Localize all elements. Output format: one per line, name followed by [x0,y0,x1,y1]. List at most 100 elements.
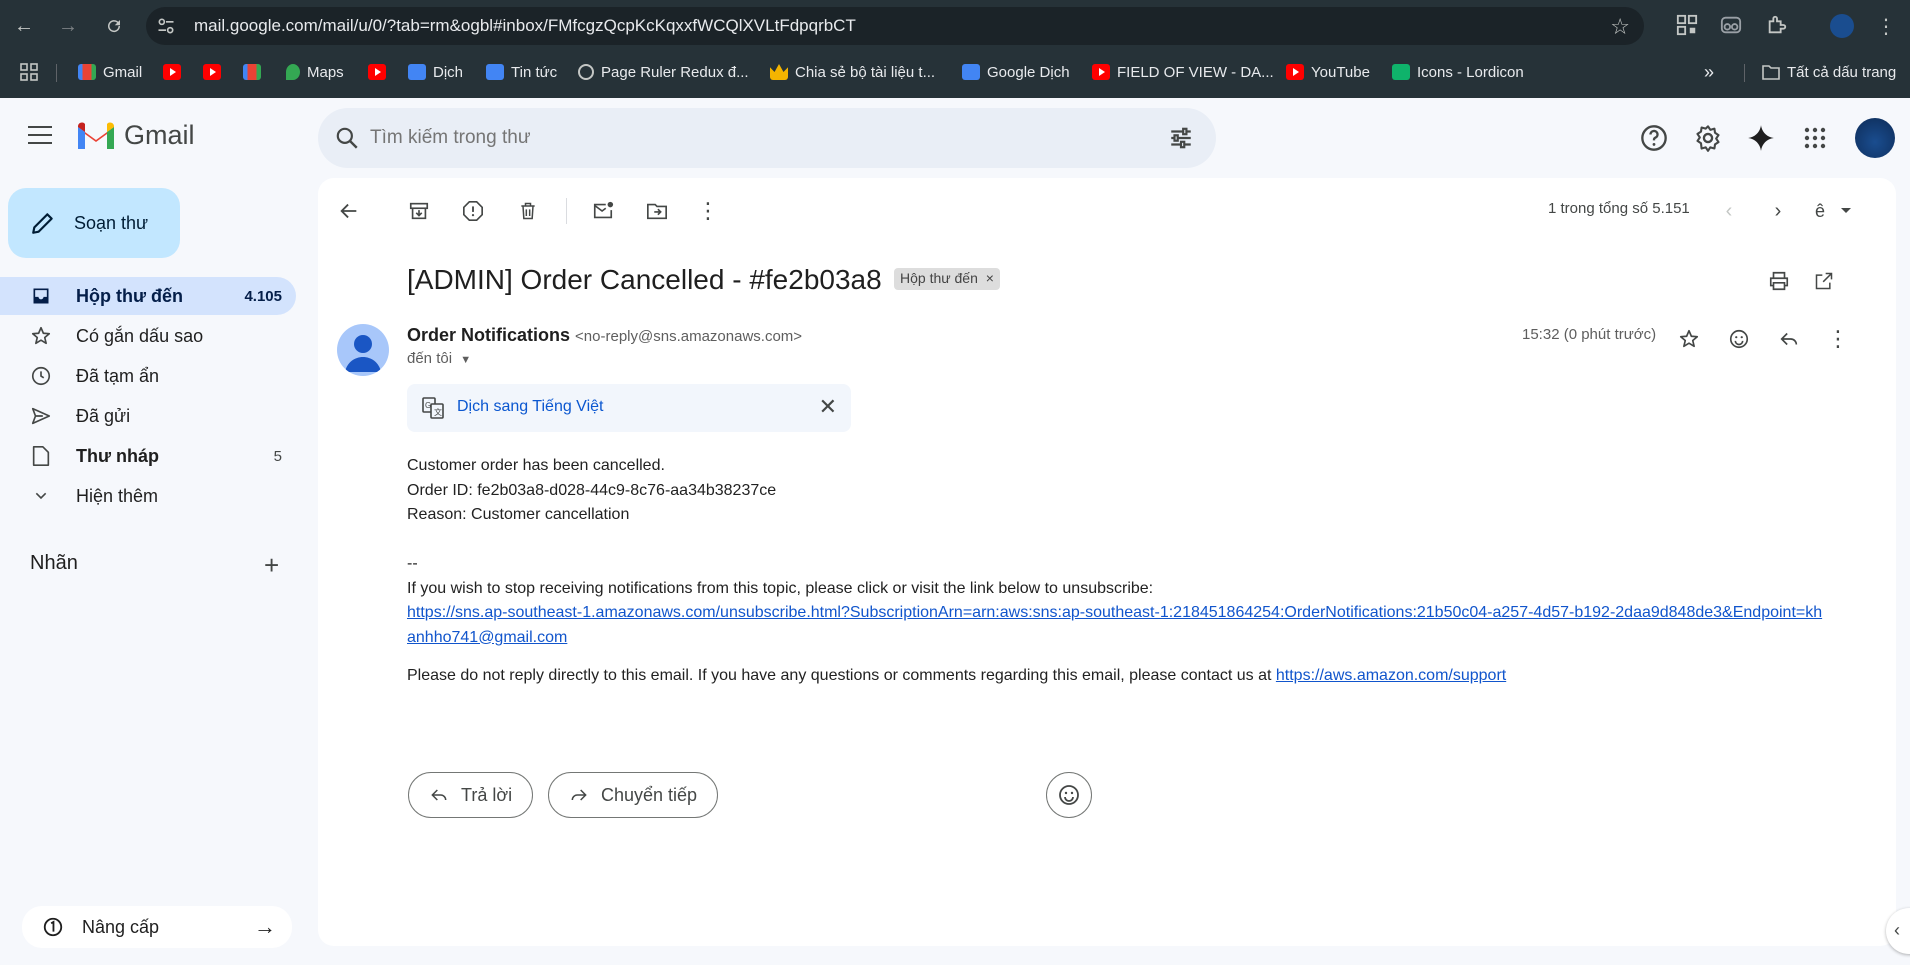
search-bar[interactable] [318,108,1216,168]
back-arrow-icon[interactable]: ← [12,14,36,38]
support-link[interactable]: https://aws.amazon.com/support [1276,667,1506,684]
maps-icon [286,64,300,80]
forward-arrow-icon[interactable]: → [56,14,80,38]
bookmark-chia-se[interactable]: Chia sẻ bộ tài liệu t... [770,60,935,84]
news-icon [486,64,504,80]
print-icon[interactable] [1762,264,1796,298]
newer-chevron-left-icon[interactable]: ‹ [1712,194,1746,228]
back-to-inbox-icon[interactable] [332,194,366,228]
forward-button[interactable]: Chuyển tiếp [548,772,719,818]
bookmark-field-of-view[interactable]: FIELD OF VIEW - DA... [1092,60,1274,84]
incognito-extension-icon[interactable] [1720,14,1744,38]
unsubscribe-link[interactable]: https://sns.ap-southeast-1.amazonaws.com… [407,604,1822,646]
browser-chrome: ← → mail.google.com/mail/u/0/?tab=rm&ogb… [0,0,1910,98]
emoji-react-button[interactable] [1046,772,1092,818]
bookmark-maps[interactable]: Maps [286,60,344,84]
sender-avatar[interactable] [337,324,389,376]
bookmark-label: Maps [307,63,344,81]
reply-icon[interactable] [1772,322,1806,356]
message-more-icon[interactable]: ⋮ [1821,322,1855,356]
bookmark-youtube[interactable]: YouTube [1286,60,1370,84]
sidebar-item-snoozed[interactable]: Đã tạm ẩn [0,357,296,395]
bookmark-label: FIELD OF VIEW - DA... [1117,63,1274,81]
qr-extension-icon[interactable] [1676,14,1700,38]
recipient-details-icon[interactable]: ▼ [460,354,471,366]
bookmark-gmail-2[interactable] [243,60,261,84]
open-new-window-icon[interactable] [1807,264,1841,298]
google-apps-icon[interactable] [1795,118,1835,158]
translate-link[interactable]: Dịch sang Tiếng Việt [457,398,603,416]
draft-count: 5 [273,447,282,465]
upgrade-label: Nâng cấp [82,916,160,937]
bookmark-label: Page Ruler Redux đ... [601,63,749,81]
url-text[interactable]: mail.google.com/mail/u/0/?tab=rm&ogbl#in… [194,16,856,36]
move-to-icon[interactable] [640,194,674,228]
bookmark-label: Dịch [433,63,464,81]
more-actions-icon[interactable]: ⋮ [691,194,725,228]
gemini-sparkle-icon[interactable] [1741,118,1781,158]
sender-name[interactable]: Order Notifications [407,325,570,345]
reload-icon[interactable] [102,14,126,38]
account-avatar[interactable] [1855,118,1895,158]
bookmark-youtube-1[interactable] [163,60,181,84]
recipient-line[interactable]: đến tôi ▼ [407,350,471,367]
bookmark-tin-tuc[interactable]: Tin tức [486,60,557,84]
apps-grid-icon[interactable] [20,60,38,84]
star-icon [30,325,52,347]
unread-count: 4.105 [244,287,282,305]
sidebar-item-starred[interactable]: Có gắn dấu sao [0,317,296,355]
sidebar-item-drafts[interactable]: Thư nháp 5 [0,437,296,475]
more-bookmarks-icon[interactable]: » [1704,60,1714,84]
close-icon[interactable]: ✕ [819,394,837,420]
bookmark-lordicon[interactable]: Icons - Lordicon [1392,60,1524,84]
bookmark-google-dich[interactable]: Google Dịch [962,60,1070,84]
message-subject: [ADMIN] Order Cancelled - #fe2b03a8 [407,264,882,295]
bookmark-page-ruler[interactable]: Page Ruler Redux đ... [578,60,749,84]
older-chevron-right-icon[interactable]: › [1761,194,1795,228]
bookmark-star-icon[interactable]: ☆ [1610,14,1630,40]
input-tools-icon[interactable]: ê [1805,194,1865,228]
extensions-puzzle-icon[interactable] [1766,14,1790,38]
star-message-icon[interactable] [1672,322,1706,356]
inbox-label-chip[interactable]: Hộp thư đến × [894,268,1000,290]
compose-button[interactable]: Soạn thư [8,188,180,258]
search-icon[interactable] [334,125,360,151]
bookmark-label: Icons - Lordicon [1417,63,1524,81]
sidebar-item-more[interactable]: Hiện thêm [0,477,296,515]
bookmark-label: Tin tức [511,63,558,81]
archive-icon[interactable] [402,194,436,228]
main-menu-icon[interactable] [28,126,52,146]
sidebar-item-inbox[interactable]: Hộp thư đến 4.105 [0,277,296,315]
report-spam-icon[interactable] [456,194,490,228]
remove-label-icon[interactable]: × [986,270,994,286]
sidebar-item-sent[interactable]: Đã gửi [0,397,296,435]
bookmark-youtube-3[interactable] [368,60,386,84]
gmail-logo[interactable]: Gmail [76,120,195,151]
gmail-icon [243,64,261,80]
delete-icon[interactable] [511,194,545,228]
clock-icon [30,365,52,387]
gmail-header: Gmail [0,98,1910,178]
settings-gear-icon[interactable] [1688,118,1728,158]
emoji-reaction-icon[interactable] [1722,322,1756,356]
site-settings-icon[interactable] [156,16,176,36]
sidebar: Soạn thư Hộp thư đến 4.105 Có gắn dấu sa… [0,178,310,965]
gmail-m-icon [78,121,114,149]
browser-menu-icon[interactable]: ⋮ [1874,14,1898,38]
address-row: ← → mail.google.com/mail/u/0/?tab=rm&ogb… [0,0,1910,52]
search-options-icon[interactable] [1168,125,1194,151]
bookmark-youtube-2[interactable] [203,60,221,84]
reply-button[interactable]: Trả lời [408,772,534,818]
mark-unread-icon[interactable] [586,194,620,228]
search-input[interactable] [370,122,1130,154]
bookmark-gmail[interactable]: Gmail [78,60,142,84]
bookmark-divider [1744,64,1745,82]
address-bar[interactable]: mail.google.com/mail/u/0/?tab=rm&ogbl#in… [146,7,1644,45]
add-label-icon[interactable]: + [264,550,279,581]
help-icon[interactable] [1634,118,1674,158]
profile-avatar[interactable] [1830,14,1854,38]
bookmark-dich[interactable]: Dịch [408,60,463,84]
all-bookmarks-folder[interactable]: Tất cả dấu trang [1762,60,1896,84]
upgrade-button[interactable]: Nâng cấp → [22,906,292,948]
